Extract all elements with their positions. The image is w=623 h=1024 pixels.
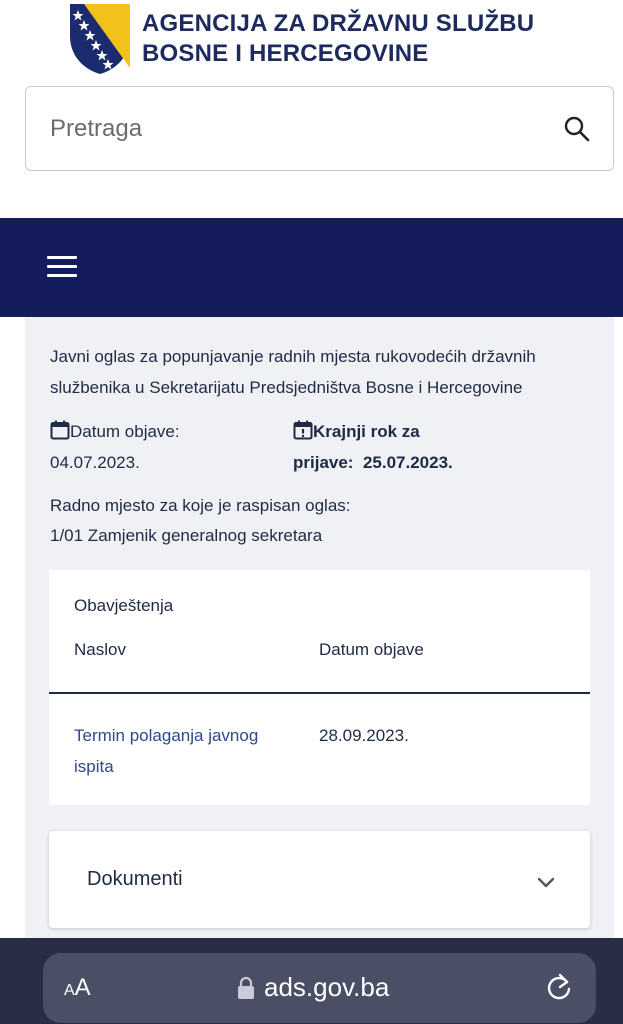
published-label-group: Datum objave: [50, 416, 180, 447]
calendar-icon [50, 420, 70, 440]
org-name-line1: AGENCIJA ZA DRŽAVNU SLUŽBU [142, 10, 535, 37]
published-label: Datum objave: [70, 422, 180, 441]
site-header: AGENCIJA ZA DRŽAVNU SLUŽBU BOSNE I HERCE… [0, 0, 623, 218]
position-label: Radno mjesto za koje je raspisan oglas: [50, 496, 351, 515]
deadline-value-group: prijave: 25.07.2023. [293, 447, 453, 478]
address-url[interactable]: ads.gov.ba [264, 972, 389, 1003]
position-value: 1/01 Zamjenik generalnog sekretara [50, 526, 323, 545]
search-input[interactable] [26, 87, 526, 170]
deadline-value: 25.07.2023. [362, 453, 453, 472]
main-navbar [0, 218, 623, 317]
hamburger-menu-icon[interactable] [47, 256, 77, 280]
search-box [25, 86, 614, 171]
deadline-label-group: Krajnji rok za [293, 416, 420, 447]
notice-row-date: 28.09.2023. [319, 726, 409, 745]
chevron-down-icon[interactable] [537, 876, 555, 890]
reload-icon[interactable] [545, 972, 573, 1002]
notice-row-title-link[interactable]: Termin polaganja javnog ispita [74, 720, 294, 782]
organization-name[interactable]: AGENCIJA ZA DRŽAVNU SLUŽBU BOSNE I HERCE… [142, 9, 534, 69]
ad-title: Javni oglas za popunjavanje radnih mjest… [50, 347, 536, 397]
column-header-date: Datum objave [319, 640, 424, 659]
column-header-title: Naslov [74, 640, 126, 659]
table-header-divider [49, 692, 590, 694]
lock-icon [238, 976, 254, 999]
notices-heading: Obavještenja [74, 596, 174, 615]
published-value: 04.07.2023. [50, 453, 140, 472]
org-name-line2: BOSNE I HERCEGOVINE [142, 40, 429, 67]
calendar-alert-icon [293, 420, 313, 440]
bih-coat-of-arms-icon[interactable] [68, 2, 132, 76]
documents-label: Dokumenti [87, 868, 183, 890]
deadline-label-2: prijave: [293, 453, 354, 472]
text-size-button[interactable]: AA [64, 974, 91, 1002]
deadline-label: Krajnji rok za [313, 422, 420, 441]
search-icon[interactable] [563, 115, 591, 143]
